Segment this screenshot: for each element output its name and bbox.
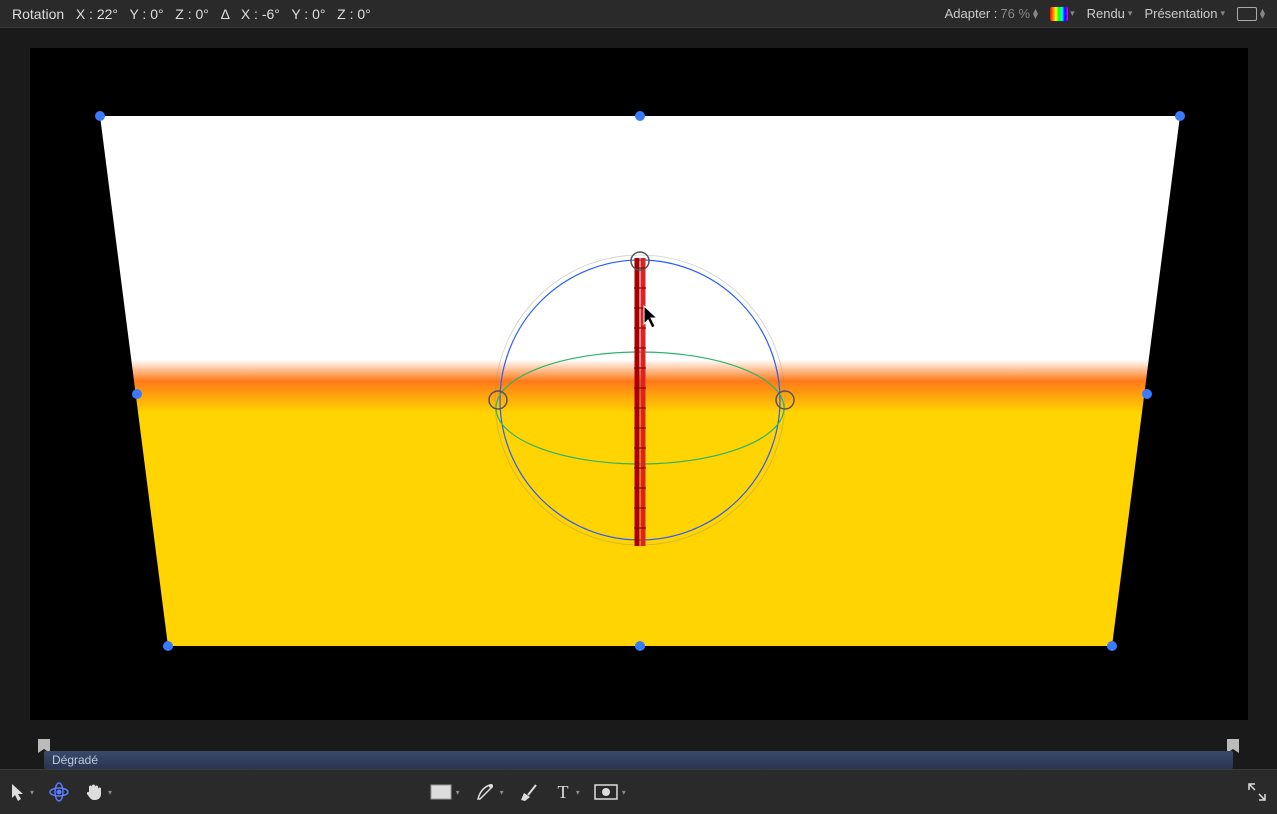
chevron-down-icon: ▾ bbox=[456, 788, 460, 797]
rotate-3d-icon bbox=[48, 781, 70, 803]
readout-label: Rotation bbox=[12, 6, 64, 22]
render-menu[interactable]: Rendu ▾ bbox=[1087, 6, 1133, 21]
fit-value: 76 % bbox=[1000, 6, 1030, 21]
fullscreen-tool[interactable] bbox=[1247, 782, 1267, 802]
delta-symbol: Δ bbox=[221, 6, 230, 22]
pan-tool[interactable]: ▾ bbox=[84, 782, 112, 802]
rectangle-tool-icon bbox=[430, 784, 452, 800]
rot-x-prefix: X : bbox=[76, 6, 93, 22]
mask-tool[interactable]: ▾ bbox=[594, 784, 626, 800]
canvas-background bbox=[30, 48, 1248, 720]
rot-y-prefix: Y : bbox=[129, 6, 146, 22]
delta-x-prefix: X : bbox=[241, 6, 258, 22]
chevron-down-icon: ▾ bbox=[108, 788, 112, 797]
render-label: Rendu bbox=[1087, 6, 1125, 21]
color-channel-menu[interactable]: ▾ bbox=[1050, 7, 1075, 21]
delta-x-value[interactable]: -6° bbox=[262, 6, 280, 22]
text-tool[interactable]: T ▾ bbox=[554, 783, 580, 801]
stepper-icon: ▴▾ bbox=[1260, 9, 1265, 19]
top-toolbar: Rotation X : 22° Y : 0° Z : 0° Δ X : -6°… bbox=[0, 0, 1277, 28]
transform-readout: Rotation X : 22° Y : 0° Z : 0° Δ X : -6°… bbox=[12, 6, 371, 22]
bottom-toolbar: ▾ ▾ ▾ ▾ bbox=[0, 769, 1277, 814]
chevron-down-icon: ▾ bbox=[576, 788, 580, 797]
hand-tool-icon bbox=[84, 782, 104, 802]
mini-timeline[interactable]: Dégradé bbox=[0, 739, 1277, 769]
delta-z-value[interactable]: 0° bbox=[357, 6, 370, 22]
chevron-down-icon: ▾ bbox=[1070, 8, 1075, 19]
delta-z-prefix: Z : bbox=[337, 6, 353, 22]
chevron-down-icon: ▾ bbox=[30, 788, 34, 797]
delta-y-value[interactable]: 0° bbox=[312, 6, 325, 22]
shape-tool[interactable]: ▾ bbox=[430, 784, 460, 800]
chevron-down-icon: ▾ bbox=[500, 788, 504, 797]
view-label: Présentation bbox=[1144, 6, 1217, 21]
svg-text:T: T bbox=[557, 783, 568, 801]
stepper-icon: ▴▾ bbox=[1033, 9, 1038, 19]
canvas-viewport[interactable] bbox=[0, 28, 1277, 739]
pen-tool-icon bbox=[474, 781, 496, 803]
rot-z-prefix: Z : bbox=[175, 6, 191, 22]
pen-tool[interactable]: ▾ bbox=[474, 781, 504, 803]
text-tool-icon: T bbox=[554, 783, 572, 801]
safezone-icon bbox=[1237, 7, 1257, 21]
rot-z-value[interactable]: 0° bbox=[196, 6, 209, 22]
3d-transform-tool[interactable] bbox=[48, 781, 70, 803]
select-tool[interactable]: ▾ bbox=[10, 783, 34, 801]
safezone-menu[interactable]: ▴▾ bbox=[1237, 7, 1265, 21]
brush-tool-icon bbox=[518, 781, 540, 803]
expand-icon bbox=[1247, 782, 1267, 802]
gradient-layer[interactable] bbox=[100, 116, 1180, 646]
timeline-clip[interactable]: Dégradé bbox=[44, 751, 1233, 769]
fit-label: Adapter : bbox=[945, 6, 998, 21]
rot-x-value[interactable]: 22° bbox=[97, 6, 118, 22]
chevron-down-icon: ▾ bbox=[1128, 8, 1133, 19]
color-channels-icon bbox=[1050, 7, 1068, 21]
rot-y-value[interactable]: 0° bbox=[150, 6, 163, 22]
fit-menu[interactable]: Adapter : 76 % ▴▾ bbox=[945, 6, 1038, 21]
arrow-tool-icon bbox=[10, 783, 26, 801]
paint-tool[interactable] bbox=[518, 781, 540, 803]
view-menu[interactable]: Présentation ▾ bbox=[1144, 6, 1225, 21]
chevron-down-icon: ▾ bbox=[1220, 8, 1225, 19]
clip-label: Dégradé bbox=[52, 753, 98, 767]
delta-y-prefix: Y : bbox=[291, 6, 308, 22]
mask-tool-icon bbox=[594, 784, 618, 800]
canvas-svg bbox=[30, 48, 1248, 720]
chevron-down-icon: ▾ bbox=[622, 788, 626, 797]
